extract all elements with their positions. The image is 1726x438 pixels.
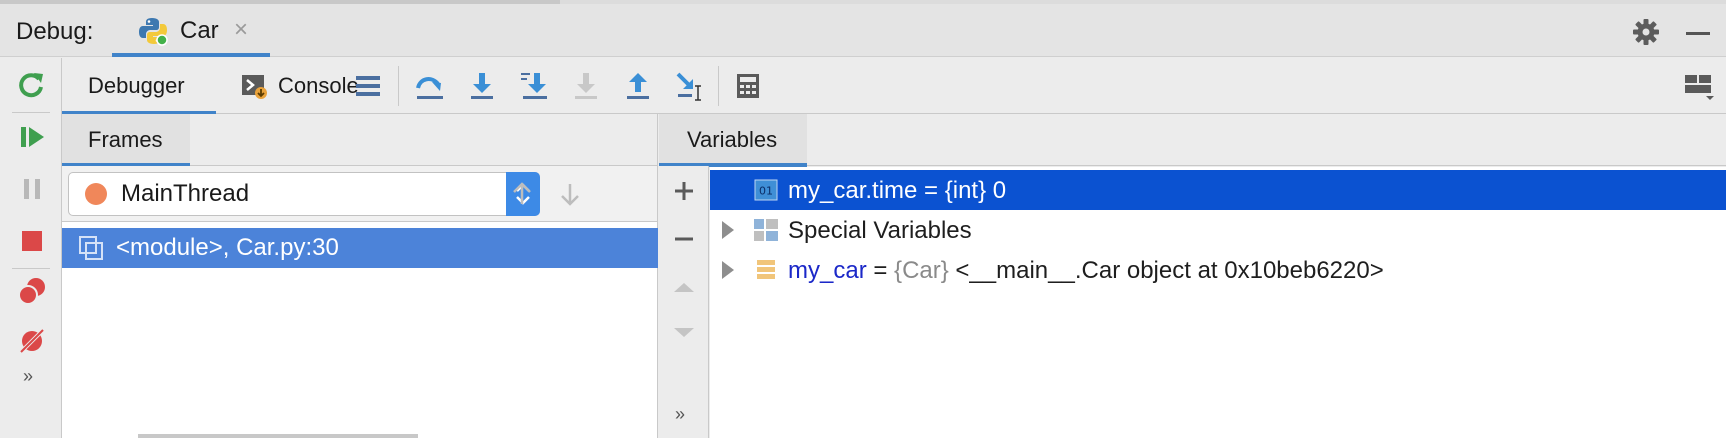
- debug-label: Debug:: [16, 18, 94, 45]
- run-to-cursor-icon[interactable]: [674, 70, 706, 102]
- variables-tree: 01 my_car.time = {int} 0 Special Variabl…: [710, 167, 1726, 438]
- toolbar-separator: [718, 66, 719, 106]
- mute-breakpoints-icon[interactable]: [17, 326, 47, 356]
- step-out-icon[interactable]: [622, 70, 654, 102]
- resume-icon[interactable]: [17, 122, 47, 152]
- minimize-icon[interactable]: [1686, 32, 1710, 35]
- tab-variables-label: Variables: [687, 127, 778, 152]
- tab-frames-label: Frames: [88, 127, 163, 152]
- force-step-into-icon[interactable]: [570, 70, 602, 102]
- evaluate-expression-icon[interactable]: [732, 70, 764, 102]
- frames-layout-icon[interactable]: [352, 70, 384, 102]
- stop-icon[interactable]: [17, 226, 47, 256]
- variables-header: Variables: [659, 114, 1726, 167]
- tab-variables[interactable]: Variables: [659, 114, 807, 167]
- variable-row[interactable]: Special Variables: [710, 210, 1726, 250]
- step-into-my-code-icon[interactable]: [518, 70, 550, 102]
- thread-selector-row: MainThread: [62, 166, 657, 222]
- special-vars-icon: [754, 218, 778, 242]
- variable-row[interactable]: my_car = {Car} <__main__.Car object at 0…: [710, 250, 1726, 290]
- variable-value: <__main__.Car object at 0x10beb6220>: [948, 257, 1384, 284]
- expand-arrow-icon[interactable]: [722, 261, 734, 279]
- variable-name: my_car: [788, 257, 867, 284]
- frames-header: Frames: [62, 114, 657, 167]
- run-tab-label: Car: [180, 16, 219, 44]
- variable-equals: =: [866, 257, 895, 284]
- close-icon[interactable]: ×: [234, 16, 248, 44]
- frame-item[interactable]: <module>, Car.py:30: [62, 228, 658, 268]
- previous-frame-icon[interactable]: [508, 180, 536, 208]
- int-icon: 01: [754, 178, 778, 202]
- tab-console-label: Console: [278, 73, 359, 98]
- tab-frames[interactable]: Frames: [62, 114, 190, 167]
- rail-separator: [12, 112, 50, 113]
- expand-arrow-icon[interactable]: [722, 221, 734, 239]
- rail-more-icon[interactable]: »: [23, 366, 33, 387]
- frame-item-label: <module>, Car.py:30: [116, 234, 339, 261]
- debug-actions-rail: »: [0, 58, 62, 438]
- run-tab-car[interactable]: Car ×: [112, 4, 270, 57]
- toolbar-separator: [398, 66, 399, 106]
- rerun-icon[interactable]: [17, 70, 47, 100]
- console-icon: [242, 73, 268, 99]
- tab-debugger[interactable]: Debugger: [62, 58, 216, 115]
- add-watch-icon[interactable]: [669, 176, 699, 206]
- thread-dropdown[interactable]: MainThread: [68, 172, 540, 216]
- variable-text: Special Variables: [788, 217, 972, 244]
- view-breakpoints-icon[interactable]: [17, 276, 47, 306]
- move-down-icon[interactable]: [669, 318, 699, 348]
- variable-type: {Car}: [894, 257, 949, 284]
- tab-debugger-label: Debugger: [88, 73, 185, 98]
- variable-text: my_car = {Car} <__main__.Car object at 0…: [788, 257, 1384, 285]
- frames-panel: Frames MainThread <module>, Car.py:30: [62, 114, 658, 438]
- variable-row[interactable]: 01 my_car.time = {int} 0: [710, 170, 1726, 210]
- stack-frame-icon: [78, 235, 106, 261]
- gear-icon[interactable]: [1632, 18, 1660, 46]
- move-up-icon[interactable]: [669, 272, 699, 302]
- step-into-icon[interactable]: [466, 70, 498, 102]
- pause-icon[interactable]: [17, 174, 47, 204]
- horizontal-scrollbar[interactable]: [138, 434, 418, 438]
- next-frame-icon[interactable]: [556, 180, 584, 208]
- step-over-icon[interactable]: [414, 70, 446, 102]
- svg-text:01: 01: [759, 185, 773, 198]
- thread-status-icon: [85, 183, 107, 205]
- rail-separator: [12, 268, 50, 269]
- remove-watch-icon[interactable]: [669, 224, 699, 254]
- variables-actions-strip: »: [659, 166, 709, 438]
- debug-title-bar: Debug: Car ×: [0, 4, 1726, 57]
- debugger-toolbar: Debugger Console: [62, 58, 1726, 115]
- variable-text: my_car.time = {int} 0: [788, 177, 1007, 204]
- active-tab-underline: [112, 53, 270, 57]
- restore-layout-icon[interactable]: [1682, 70, 1714, 102]
- object-icon: [754, 258, 778, 282]
- thread-dropdown-value: MainThread: [121, 180, 250, 207]
- strip-more-icon[interactable]: »: [675, 404, 685, 425]
- python-icon: [138, 16, 168, 46]
